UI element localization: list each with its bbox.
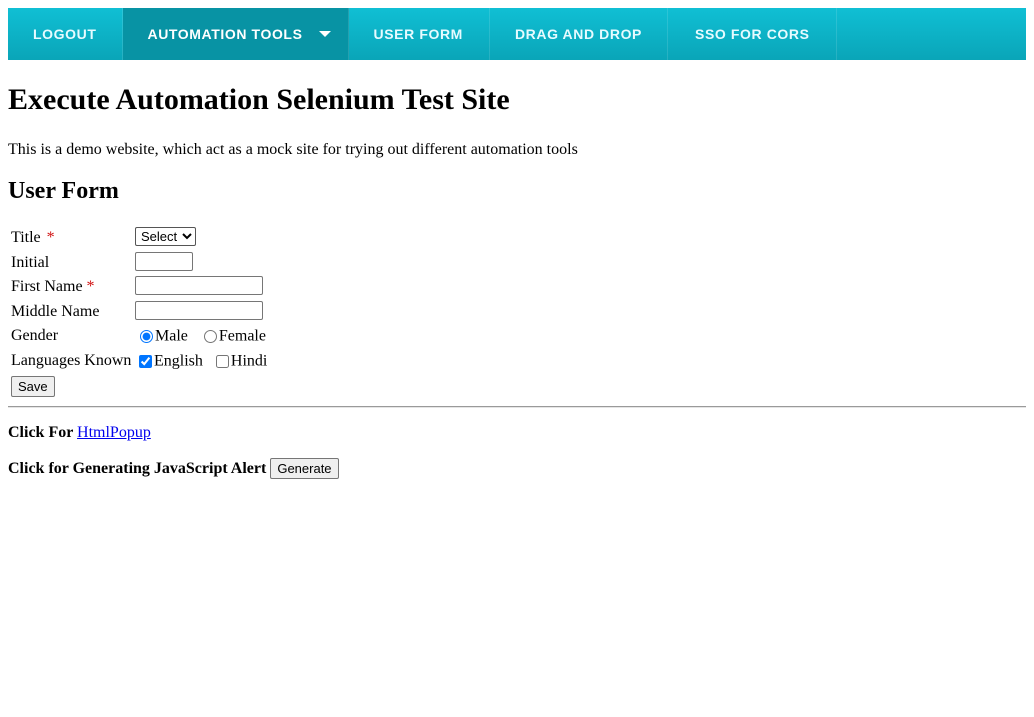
nav-sso-for-cors[interactable]: SSO FOR CORS (668, 8, 837, 60)
popup-prefix: Click For (8, 424, 74, 441)
gender-female-label: Female (218, 327, 266, 345)
nav-logout[interactable]: LOGOUT (8, 8, 124, 60)
gender-male-label: Male (155, 327, 188, 345)
alert-prefix: Click for Generating JavaScript Alert (8, 459, 267, 477)
nav-drag-and-drop[interactable]: DRAG AND DROP (490, 8, 668, 60)
page-intro: This is a demo website, which act as a m… (8, 141, 578, 158)
gender-label: Gender (11, 327, 59, 345)
language-english-label: English (154, 352, 203, 370)
page-title: Execute Automation Selenium Test Site (8, 83, 510, 116)
generate-alert-button[interactable]: Generate (270, 458, 339, 479)
required-marker: * (86, 278, 95, 296)
top-navbar: LOGOUT AUTOMATION TOOLS USER FORM DRAG A… (8, 8, 1026, 60)
language-hindi-label: Hindi (230, 352, 268, 370)
required-marker: * (46, 229, 55, 246)
nav-user-form-label: USER FORM (373, 26, 463, 42)
nav-user-form[interactable]: USER FORM (349, 8, 490, 60)
horizontal-divider (8, 406, 1026, 408)
language-english-checkbox[interactable] (139, 354, 152, 368)
form-heading: User Form (8, 178, 119, 204)
title-label-text: Title (11, 229, 41, 246)
gender-male-radio[interactable] (140, 330, 153, 344)
alert-line: Click for Generating JavaScript Alert Ge… (8, 458, 339, 479)
first-name-label: First Name * (11, 278, 95, 296)
languages-label: Languages Known (11, 351, 132, 369)
nav-logout-label: LOGOUT (33, 26, 97, 42)
title-select[interactable]: Select (135, 227, 196, 246)
nav-automation-tools[interactable]: AUTOMATION TOOLS (123, 8, 349, 60)
nav-drag-and-drop-label: DRAG AND DROP (514, 26, 642, 42)
first-name-label-text: First Name (11, 278, 83, 296)
nav-sso-for-cors-label: SSO FOR CORS (695, 26, 810, 42)
html-popup-link[interactable]: HtmlPopup (77, 424, 151, 441)
popup-line: Click For HtmlPopup (8, 424, 151, 442)
chevron-down-icon (318, 31, 331, 37)
gender-female-radio[interactable] (203, 330, 217, 344)
first-name-input[interactable] (135, 276, 263, 296)
initial-label: Initial (11, 253, 50, 271)
initial-input[interactable] (135, 251, 193, 271)
save-button[interactable]: Save (11, 375, 55, 397)
language-hindi-checkbox[interactable] (215, 354, 229, 368)
middle-name-input[interactable] (135, 300, 263, 320)
nav-automation-tools-label: AUTOMATION TOOLS (147, 26, 303, 42)
middle-name-label: Middle Name (11, 302, 100, 320)
title-label: Title * (11, 229, 55, 247)
